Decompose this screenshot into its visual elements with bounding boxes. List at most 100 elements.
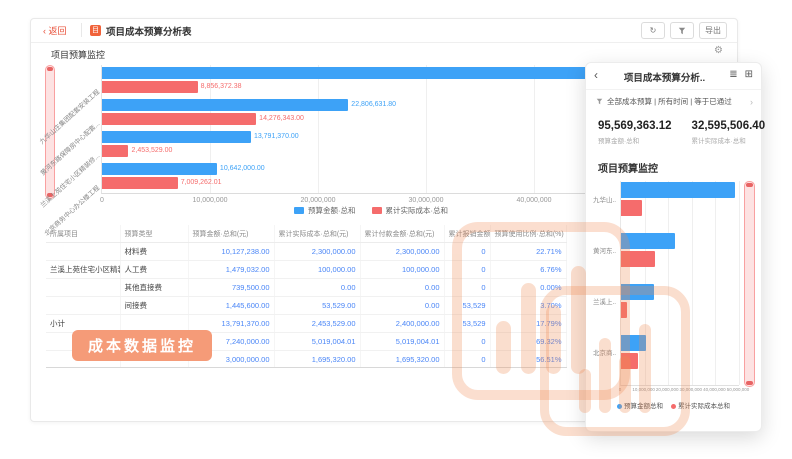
panel-title: 项目成本预算分析.. (612, 70, 717, 84)
table-cell-number: 6.76% (490, 261, 566, 279)
table-cell-number: 2,400,000.00 (360, 315, 444, 333)
column-header: 累计实际成本·总和(元) (274, 225, 360, 243)
table-header-row: 所属项目预算类型预算金额·总和(元)累计实际成本·总和(元)累计付款金额·总和(… (46, 225, 566, 243)
gear-icon[interactable]: ⚙ (714, 45, 723, 56)
table-cell-number: 2,453,529.00 (274, 315, 360, 333)
page-title: 项目成本预算分析表 (106, 24, 192, 38)
column-header: 所属项目 (46, 225, 120, 243)
gridline (318, 65, 319, 193)
table-cell-number: 0.00 (360, 279, 444, 297)
legend-item[interactable]: 预算金额·总和 (294, 205, 356, 216)
refresh-button[interactable]: ↻ (641, 22, 665, 39)
table-cell-text: 人工费 (120, 261, 188, 279)
x-tick-label: 10,000,000 (192, 197, 227, 204)
bar[interactable] (102, 163, 217, 175)
x-tick-label: 50,000,000 (727, 387, 750, 392)
bar[interactable] (102, 177, 178, 189)
panel-header: ‹ 项目成本预算分析.. ≣ ⊞ (586, 63, 761, 90)
table-row[interactable]: 兰溪上苑住宅小区精装...人工费1,479,032.00100,000.0010… (46, 261, 566, 279)
table-cell-number: 0 (444, 261, 490, 279)
bar[interactable] (621, 233, 675, 249)
cost-monitor-badge: 成本数据监控 (72, 330, 212, 361)
table-cell-number: 5,019,004.01 (274, 333, 360, 351)
category-label: 兰溪上.. (593, 296, 619, 306)
panel-zoom-slider[interactable] (744, 181, 755, 387)
bar[interactable] (102, 99, 348, 111)
bar[interactable] (102, 145, 128, 157)
bar[interactable] (621, 200, 642, 216)
table-cell-number: 17.79% (490, 315, 566, 333)
table-cell-number: 2,300,000.00 (360, 243, 444, 261)
panel-filter-bar[interactable]: 全部成本预算 | 所有时间 | 等于已通过 › (596, 96, 753, 107)
legend-item[interactable]: 累计实际成本·总和 (372, 205, 449, 216)
table-cell-text: 间接费 (120, 297, 188, 315)
bar[interactable] (621, 182, 735, 198)
mobile-preview-panel: ‹ 项目成本预算分析.. ≣ ⊞ 全部成本预算 | 所有时间 | 等于已通过 ›… (585, 62, 762, 432)
table-cell-number: 53,529.00 (274, 297, 360, 315)
grid-icon[interactable]: ⊞ (745, 69, 753, 80)
list-icon[interactable]: ≣ (729, 69, 737, 80)
table-row[interactable]: 其他直接费739,500.000.000.0000.00% (46, 279, 566, 297)
bar[interactable] (102, 131, 251, 143)
x-tick-label: 30,000,000 (680, 387, 703, 392)
table-row[interactable]: 间接费1,445,600.0053,529.000.0053,5293.70% (46, 297, 566, 315)
back-chevron-icon: ‹ (43, 26, 46, 36)
bar[interactable] (621, 353, 638, 369)
panel-back-icon[interactable]: ‹ (594, 68, 598, 82)
stat-value: 95,569,363.12 (598, 120, 672, 132)
table-row[interactable]: 材料费10,127,238.002,300,000.002,300,000.00… (46, 243, 566, 261)
funnel-icon (678, 27, 686, 35)
table-cell-number: 10,127,238.00 (188, 243, 274, 261)
bar[interactable] (621, 335, 646, 351)
x-tick-label: 0 (619, 387, 622, 392)
x-tick-label: 0 (100, 197, 104, 204)
stat-block: 32,595,506.40累计实际成本·总和 (692, 120, 766, 145)
table-cell-text (46, 279, 120, 297)
app-icon: 目 (90, 25, 101, 36)
table-cell-number: 0.00 (274, 279, 360, 297)
panel-bar-chart (620, 181, 739, 386)
filter-button[interactable] (670, 22, 694, 39)
legend-item[interactable]: 累计实际成本总和 (671, 400, 730, 410)
x-tick-label: 40,000,000 (703, 387, 726, 392)
bar-value-label: 10,642,000.00 (220, 163, 265, 175)
toolbar: ↻ 导出 (641, 22, 727, 39)
column-header: 累计付款金额·总和(元) (360, 225, 444, 243)
chevron-right-icon[interactable]: › (750, 97, 753, 107)
table-cell-number: 100,000.00 (360, 261, 444, 279)
gridline (692, 181, 693, 385)
category-label: 黄河东.. (593, 245, 619, 255)
bar-value-label: 2,453,529.00 (131, 145, 172, 157)
panel-section-title: 项目预算监控 (598, 160, 658, 175)
x-tick-label: 20,000,000 (656, 387, 679, 392)
gridline (668, 181, 669, 385)
table-cell-number: 53,529 (444, 315, 490, 333)
table-cell-text: 兰溪上苑住宅小区精装... (46, 261, 120, 279)
back-button[interactable]: ‹ 返回 (43, 24, 67, 37)
gridline (715, 181, 716, 385)
slider-handle[interactable] (746, 381, 753, 385)
bar[interactable] (621, 284, 654, 300)
bar[interactable] (621, 302, 627, 318)
bar[interactable] (621, 251, 655, 267)
x-tick-label: 20,000,000 (300, 197, 335, 204)
gridline (645, 181, 646, 385)
bar-value-label: 14,276,343.00 (259, 113, 304, 125)
budget-bar-chart: 010,000,00020,000,00030,000,00040,000,00… (101, 65, 642, 194)
stat-label: 预算金额·总和 (598, 135, 672, 145)
column-header: 预算使用比例·总和(%) (490, 225, 566, 243)
x-tick-label: 30,000,000 (408, 197, 443, 204)
bar[interactable] (102, 81, 198, 93)
divider (81, 23, 82, 37)
slider-handle[interactable] (47, 67, 53, 71)
slider-handle[interactable] (746, 183, 753, 187)
bar[interactable] (102, 113, 256, 125)
bar[interactable] (102, 67, 624, 79)
table-cell-number: 69.32% (490, 333, 566, 351)
table-cell-text: 其他直接费 (120, 279, 188, 297)
table-cell-number: 1,695,320.00 (360, 351, 444, 368)
category-label: 北京商.. (593, 347, 619, 357)
chart-card-title: 项目预算监控 (51, 48, 105, 61)
export-button[interactable]: 导出 (699, 22, 727, 39)
legend-item[interactable]: 预算金额总和 (617, 400, 663, 410)
